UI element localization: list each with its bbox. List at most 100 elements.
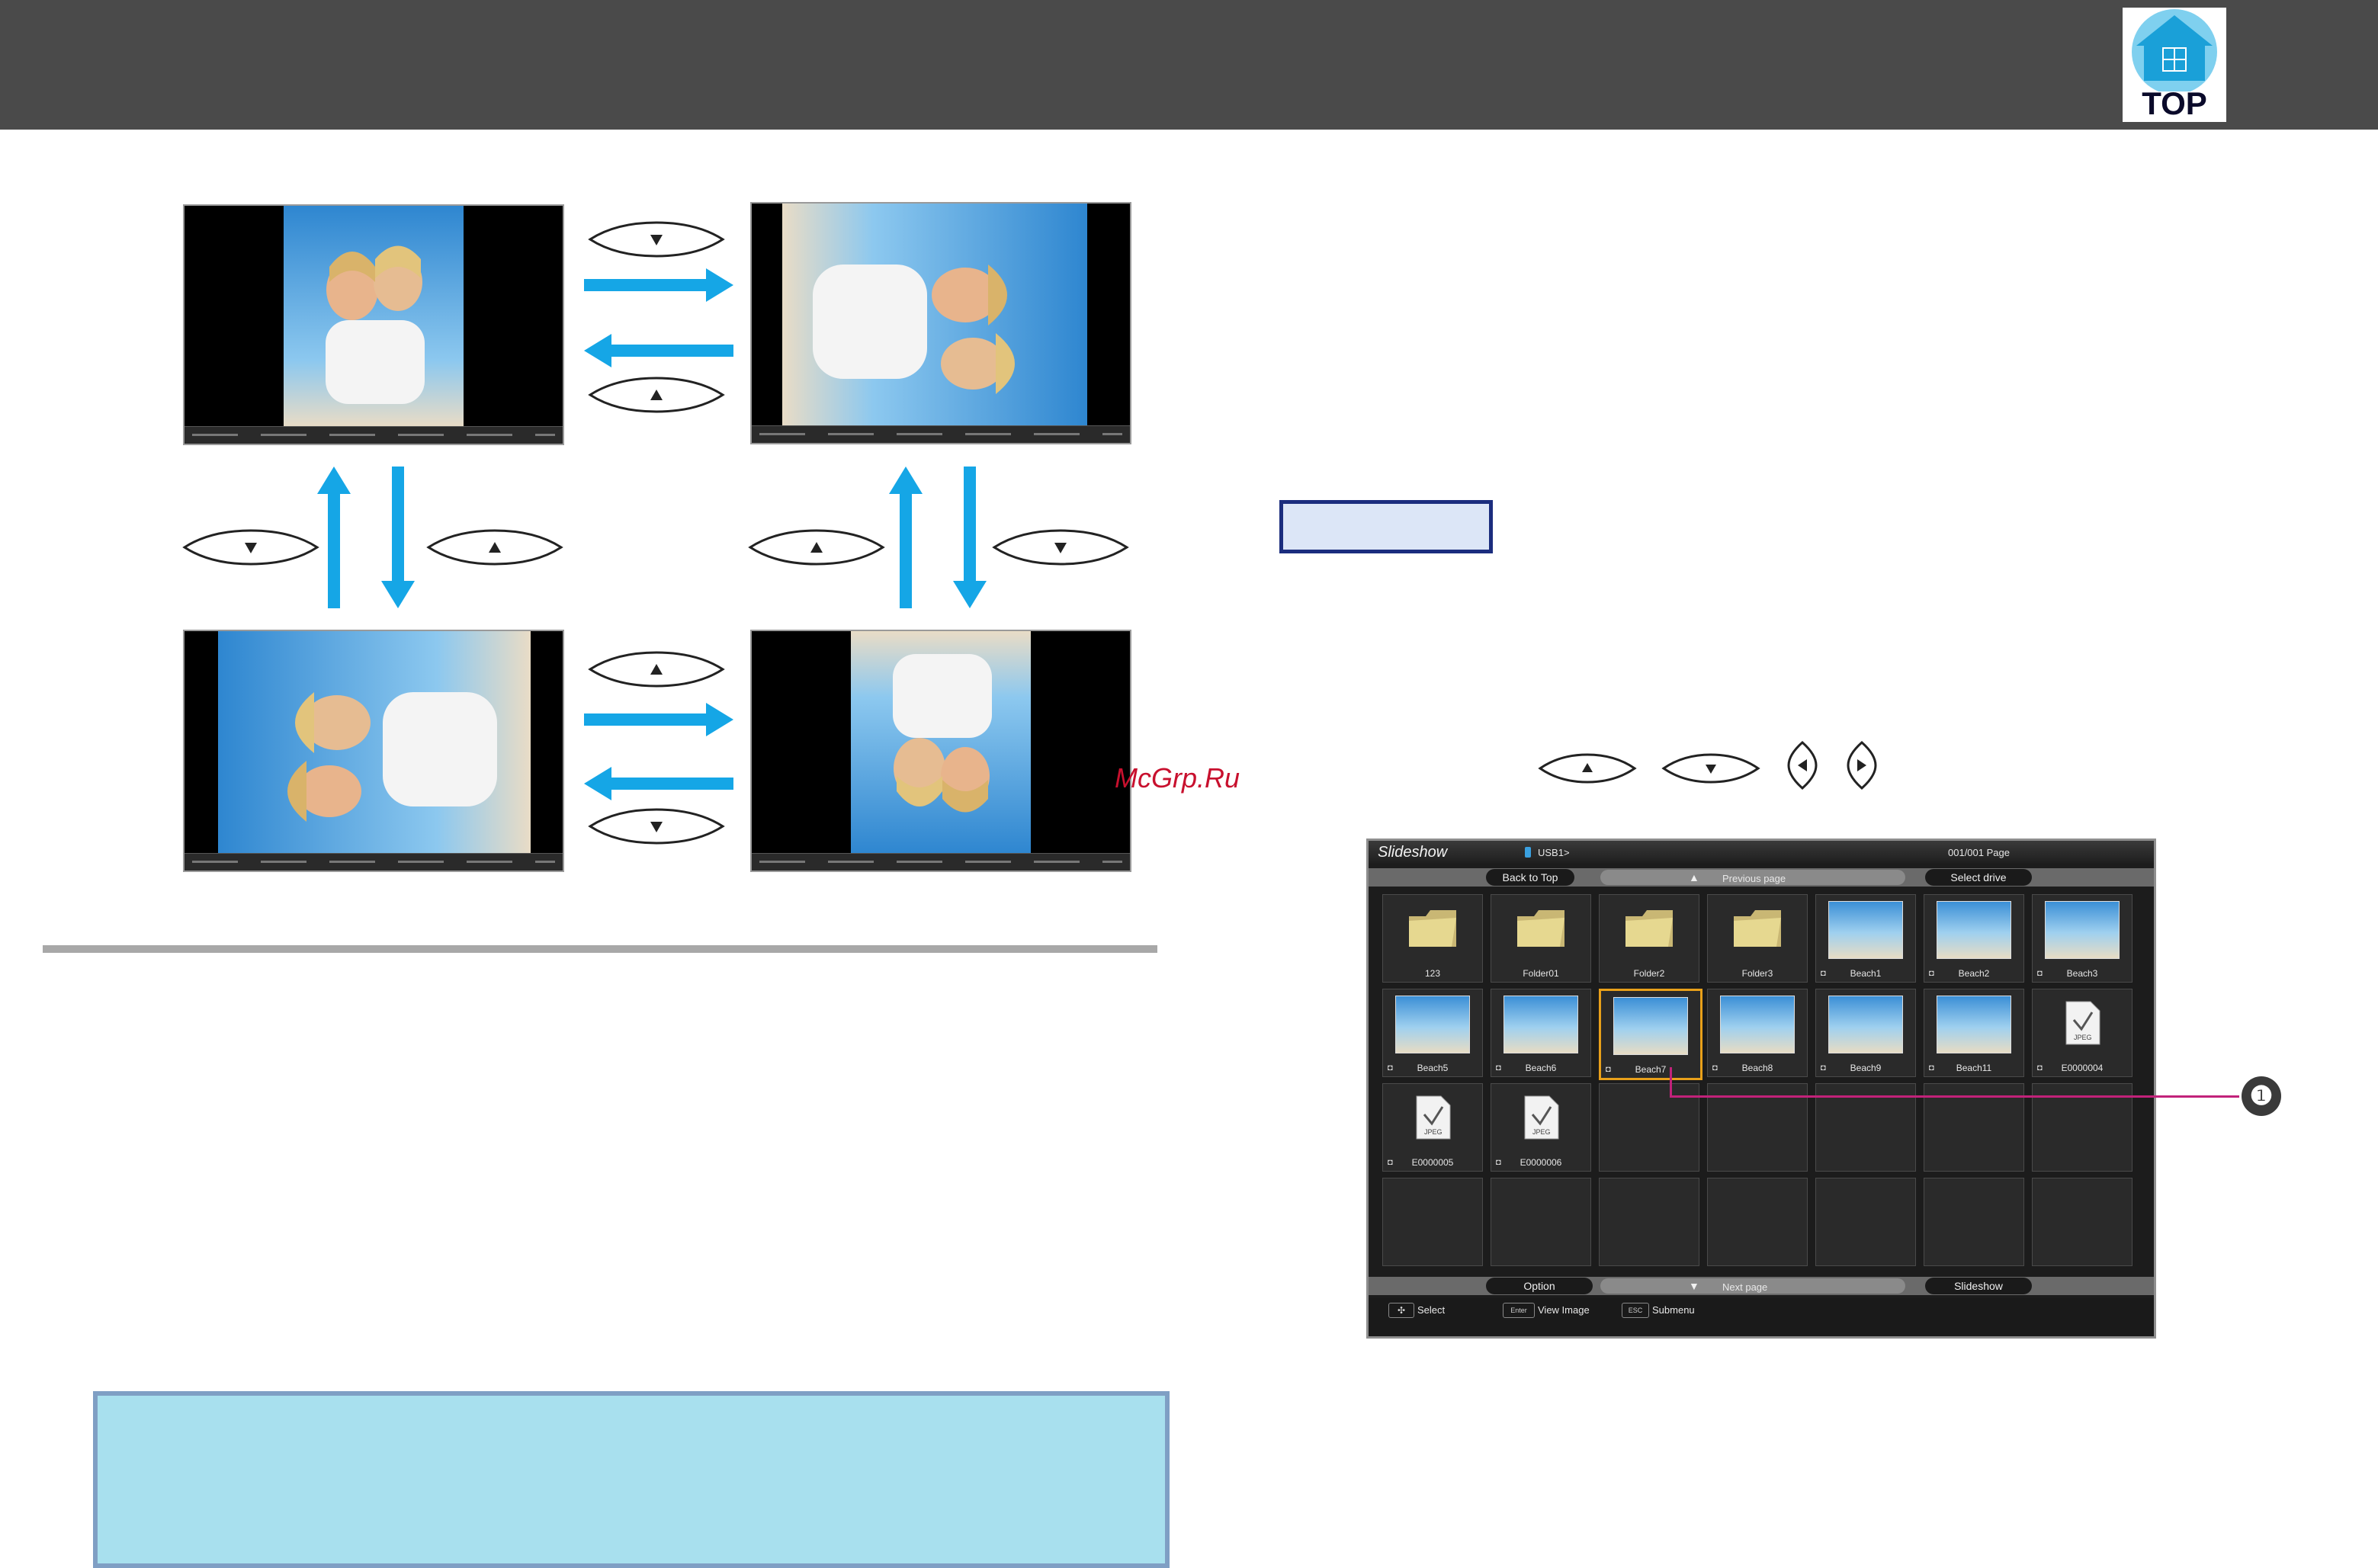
slideshow-start-button[interactable]: Slideshow (1925, 1278, 2032, 1294)
photo-thumbnail (1720, 996, 1795, 1053)
select-drive-button[interactable]: Select drive (1925, 869, 2032, 886)
svg-text:JPEG: JPEG (1424, 1128, 1443, 1136)
file-tile[interactable]: ◘ Beach8 (1707, 989, 1808, 1077)
up-button-icon (426, 529, 563, 566)
slideshow-title: Slideshow (1378, 844, 1448, 861)
arrow-right-icon (584, 703, 733, 736)
slideshow-screen: Slideshow USB1> 001/001 Page Back to Top… (1366, 839, 2156, 1339)
file-tile[interactable]: ◘ Beach2 (1924, 894, 2024, 983)
file-tile[interactable]: JPEG ◘ E0000006 (1491, 1083, 1591, 1172)
photo-subject (326, 245, 425, 404)
option-button[interactable]: Option (1486, 1278, 1593, 1294)
photo-thumbnail (1613, 997, 1688, 1055)
section-divider (43, 945, 1157, 953)
folder-icon (1622, 907, 1676, 954)
left-button-icon (1787, 740, 1818, 790)
down-triangle-icon: ▼ (1689, 1280, 1699, 1292)
photo-subject (813, 265, 1015, 394)
arrow-down-icon (953, 467, 987, 608)
down-button-icon (588, 221, 725, 258)
photo-thumbnail (1828, 996, 1903, 1053)
down-button-icon (1661, 753, 1760, 784)
jpeg-file-icon: JPEG (1415, 1095, 1452, 1144)
empty-tile (2032, 1178, 2132, 1266)
file-label: E0000005 (1411, 1157, 1454, 1168)
photo-thumbnail (1828, 901, 1903, 959)
file-label: Beach8 (1741, 1063, 1773, 1073)
file-label: Folder2 (1633, 968, 1665, 979)
photo-panel-rotated-left (183, 630, 564, 872)
option-label: Option (1523, 1280, 1555, 1292)
photo-status-bar (185, 426, 563, 444)
file-tile[interactable]: ◘ Beach5 (1382, 989, 1483, 1077)
folder-icon (1514, 907, 1568, 954)
arrow-down-icon (381, 467, 415, 608)
empty-tile (1707, 1178, 1808, 1266)
up-triangle-icon: ▲ (1689, 871, 1699, 883)
jpeg-file-icon: JPEG (2065, 1000, 2101, 1050)
folder-icon (1406, 907, 1459, 954)
watermark: McGrp.Ru (1115, 762, 1240, 794)
esc-key-icon: ESC (1622, 1303, 1649, 1318)
back-to-top-button[interactable]: Back to Top (1486, 869, 1574, 886)
file-tile[interactable]: JPEG ◘ E0000005 (1382, 1083, 1483, 1172)
folder-tile[interactable]: 123 (1382, 894, 1483, 983)
callout-connector (1670, 1067, 1672, 1098)
callout-line (1670, 1095, 2239, 1098)
file-tile[interactable]: ◘ Beach6 (1491, 989, 1591, 1077)
file-label: Folder3 (1741, 968, 1773, 979)
empty-tile (1815, 1178, 1916, 1266)
arrow-right-icon (584, 268, 733, 302)
previous-page-label: Previous page (1722, 873, 1786, 884)
up-button-icon (588, 377, 725, 413)
photo-thumbnail (1937, 996, 2011, 1053)
photo-subject (893, 654, 992, 813)
file-grid: 123 Folder01 Folder2 Folder3 ◘ Beach1 ◘ Beach2 ◘… (1382, 894, 2145, 1275)
svg-text:JPEG: JPEG (2074, 1034, 2092, 1041)
folder-tile[interactable]: Folder3 (1707, 894, 1808, 983)
file-label: Beach11 (1956, 1063, 1992, 1073)
home-icon (2132, 9, 2217, 95)
file-label: Beach9 (1850, 1063, 1882, 1073)
arrow-left-icon (584, 767, 733, 800)
slideshow-start-label: Slideshow (1954, 1280, 2003, 1292)
file-label: 123 (1424, 968, 1441, 979)
file-tile[interactable]: JPEG ◘ E0000004 (2032, 989, 2132, 1077)
file-label: Beach6 (1525, 1063, 1557, 1073)
file-tile[interactable]: ◘ Beach7 (1599, 989, 1702, 1080)
header-bar (0, 0, 2378, 130)
file-tile[interactable]: ◘ Beach1 (1815, 894, 1916, 983)
empty-tile (1924, 1178, 2024, 1266)
page-counter: 001/001 Page (1948, 847, 2010, 858)
callout-number: ❶ (2242, 1076, 2281, 1116)
jpeg-file-icon: JPEG (1523, 1095, 1560, 1144)
photo-thumbnail (1937, 901, 2011, 959)
file-label: E0000006 (1520, 1157, 1562, 1168)
photo-status-bar (185, 853, 563, 871)
file-tile[interactable]: ◘ Beach11 (1924, 989, 2024, 1077)
file-tile[interactable]: ◘ Beach3 (2032, 894, 2132, 983)
folder-icon (1731, 907, 1784, 954)
empty-tile (1382, 1178, 1483, 1266)
folder-tile[interactable]: Folder01 (1491, 894, 1591, 983)
key-submenu-label: Submenu (1652, 1304, 1695, 1316)
down-button-icon (182, 529, 319, 566)
file-label: Beach5 (1417, 1063, 1449, 1073)
key-guide (1369, 1298, 2154, 1336)
usb-icon (1525, 847, 1531, 858)
photo-panel-upright (183, 204, 564, 445)
arrow-up-icon (889, 467, 923, 608)
folder-tile[interactable]: Folder2 (1599, 894, 1699, 983)
select-key-icon: ✣ (1388, 1303, 1414, 1318)
file-tile[interactable]: ◘ Beach9 (1815, 989, 1916, 1077)
photo-panel-upside-down (750, 630, 1131, 872)
procedure-label-box (1279, 500, 1493, 553)
top-logo-label: TOP (2142, 85, 2207, 121)
file-label: Folder01 (1523, 968, 1559, 979)
select-drive-label: Select drive (1950, 871, 2007, 883)
right-button-icon (1847, 740, 1877, 790)
photo-subject (287, 692, 497, 822)
photo-panel-rotated-right (750, 202, 1131, 444)
up-button-icon (1538, 753, 1637, 784)
enter-key-icon: Enter (1503, 1303, 1535, 1318)
